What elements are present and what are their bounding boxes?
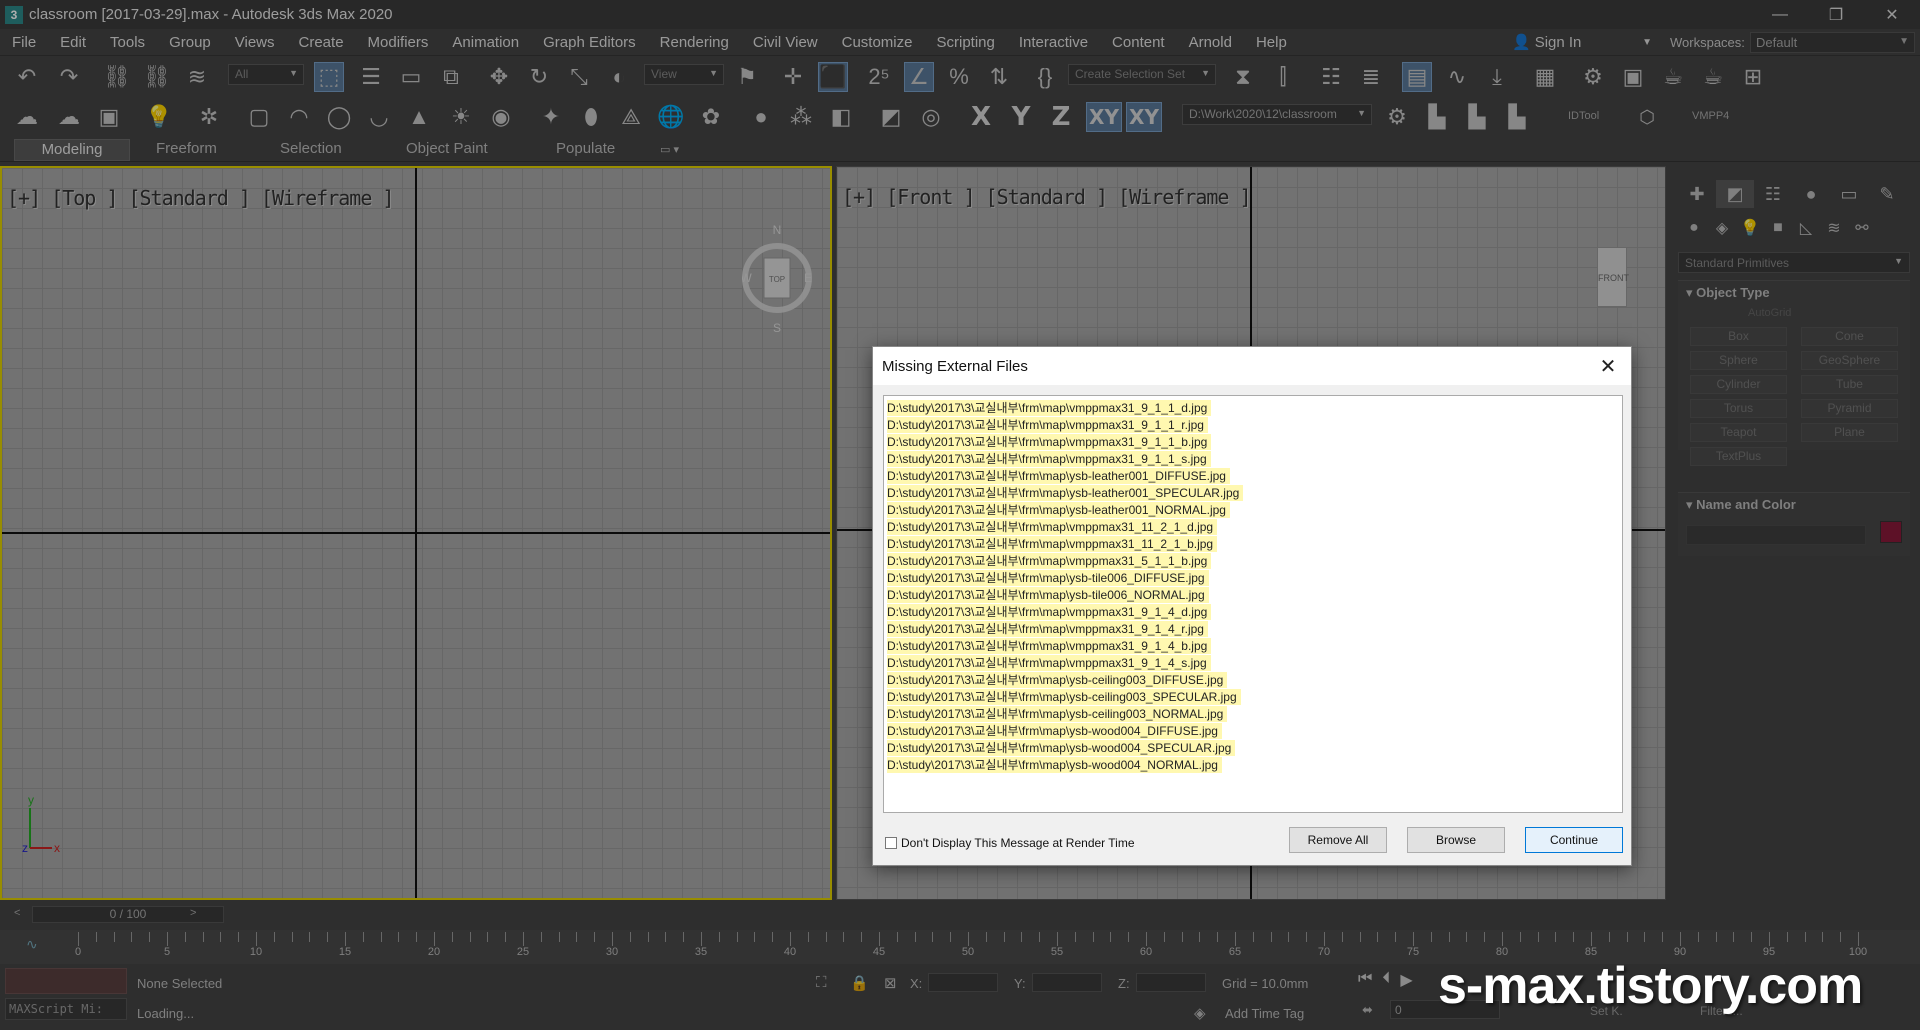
list-item: D:\study\2017\3\교실내부\frm\map\vmppmax31_9…	[887, 620, 1619, 637]
continue-button[interactable]: Continue	[1525, 827, 1623, 853]
list-item: D:\study\2017\3\교실내부\frm\map\ysb-leather…	[887, 501, 1619, 518]
missing-file-item[interactable]: D:\study\2017\3\교실내부\frm\map\vmppmax31_9…	[887, 417, 1208, 433]
list-item: D:\study\2017\3\교실내부\frm\map\vmppmax31_9…	[887, 450, 1619, 467]
list-item: D:\study\2017\3\교실내부\frm\map\ysb-wood004…	[887, 756, 1619, 773]
list-item: D:\study\2017\3\교실내부\frm\map\vmppmax31_9…	[887, 416, 1619, 433]
file-list-items: D:\study\2017\3\교실내부\frm\map\vmppmax31_9…	[887, 399, 1619, 773]
missing-file-item[interactable]: D:\study\2017\3\교실내부\frm\map\vmppmax31_1…	[887, 519, 1218, 535]
dont-display-label[interactable]: Don't Display This Message at Render Tim…	[901, 836, 1135, 850]
list-item: D:\study\2017\3\교실내부\frm\map\ysb-ceiling…	[887, 671, 1619, 688]
list-item: D:\study\2017\3\교실내부\frm\map\vmppmax31_9…	[887, 433, 1619, 450]
missing-file-item[interactable]: D:\study\2017\3\교실내부\frm\map\vmppmax31_9…	[887, 434, 1212, 450]
browse-button[interactable]: Browse	[1407, 827, 1505, 853]
dialog-footer: Don't Display This Message at Render Tim…	[873, 823, 1631, 863]
missing-file-item[interactable]: D:\study\2017\3\교실내부\frm\map\ysb-ceiling…	[887, 706, 1228, 722]
dialog-title-bar: Missing External Files ✕	[873, 347, 1631, 385]
missing-file-item[interactable]: D:\study\2017\3\교실내부\frm\map\ysb-wood004…	[887, 757, 1222, 773]
missing-file-item[interactable]: D:\study\2017\3\교실내부\frm\map\vmppmax31_9…	[887, 451, 1211, 467]
list-item: D:\study\2017\3\교실내부\frm\map\vmppmax31_9…	[887, 603, 1619, 620]
missing-file-item[interactable]: D:\study\2017\3\교실내부\frm\map\ysb-wood004…	[887, 740, 1236, 756]
missing-file-item[interactable]: D:\study\2017\3\교실내부\frm\map\vmppmax31_9…	[887, 604, 1212, 620]
list-item: D:\study\2017\3\교실내부\frm\map\ysb-wood004…	[887, 739, 1619, 756]
list-item: D:\study\2017\3\교실내부\frm\map\vmppmax31_5…	[887, 552, 1619, 569]
missing-file-item[interactable]: D:\study\2017\3\교실내부\frm\map\vmppmax31_9…	[887, 621, 1208, 637]
list-item: D:\study\2017\3\교실내부\frm\map\vmppmax31_9…	[887, 637, 1619, 654]
missing-file-item[interactable]: D:\study\2017\3\교실내부\frm\map\vmppmax31_9…	[887, 655, 1211, 671]
dialog-close-button[interactable]: ✕	[1595, 353, 1621, 379]
dialog-title: Missing External Files	[882, 357, 1028, 375]
missing-file-item[interactable]: D:\study\2017\3\교실내부\frm\map\ysb-ceiling…	[887, 672, 1228, 688]
missing-file-item[interactable]: D:\study\2017\3\교실내부\frm\map\ysb-ceiling…	[887, 689, 1241, 705]
list-item: D:\study\2017\3\교실내부\frm\map\ysb-wood004…	[887, 722, 1619, 739]
dont-display-checkbox[interactable]	[885, 837, 897, 849]
missing-file-item[interactable]: D:\study\2017\3\교실내부\frm\map\ysb-leather…	[887, 485, 1244, 501]
list-item: D:\study\2017\3\교실내부\frm\map\vmppmax31_1…	[887, 518, 1619, 535]
remove-all-button[interactable]: Remove All	[1289, 827, 1387, 853]
missing-file-item[interactable]: D:\study\2017\3\교실내부\frm\map\vmppmax31_5…	[887, 553, 1212, 569]
missing-file-item[interactable]: D:\study\2017\3\교실내부\frm\map\ysb-leather…	[887, 502, 1230, 518]
missing-file-item[interactable]: D:\study\2017\3\교실내부\frm\map\ysb-tile006…	[887, 587, 1209, 603]
missing-file-item[interactable]: D:\study\2017\3\교실내부\frm\map\vmppmax31_9…	[887, 638, 1212, 654]
list-item: D:\study\2017\3\교실내부\frm\map\ysb-leather…	[887, 484, 1619, 501]
list-item: D:\study\2017\3\교실내부\frm\map\ysb-tile006…	[887, 569, 1619, 586]
missing-file-item[interactable]: D:\study\2017\3\교실내부\frm\map\vmppmax31_9…	[887, 400, 1212, 416]
list-item: D:\study\2017\3\교실내부\frm\map\ysb-ceiling…	[887, 688, 1619, 705]
missing-file-item[interactable]: D:\study\2017\3\교실내부\frm\map\ysb-leather…	[887, 468, 1230, 484]
list-item: D:\study\2017\3\교실내부\frm\map\ysb-ceiling…	[887, 705, 1619, 722]
list-item: D:\study\2017\3\교실내부\frm\map\vmppmax31_1…	[887, 535, 1619, 552]
missing-file-item[interactable]: D:\study\2017\3\교실내부\frm\map\ysb-tile006…	[887, 570, 1209, 586]
list-item: D:\study\2017\3\교실내부\frm\map\vmppmax31_9…	[887, 654, 1619, 671]
list-item: D:\study\2017\3\교실내부\frm\map\vmppmax31_9…	[887, 399, 1619, 416]
missing-external-files-dialog: Missing External Files ✕ D:\study\2017\3…	[872, 346, 1632, 866]
watermark-text: s-max.tistory.com	[1438, 957, 1863, 1015]
list-item: D:\study\2017\3\교실내부\frm\map\ysb-tile006…	[887, 586, 1619, 603]
list-item: D:\study\2017\3\교실내부\frm\map\ysb-leather…	[887, 467, 1619, 484]
missing-file-item[interactable]: D:\study\2017\3\교실내부\frm\map\ysb-wood004…	[887, 723, 1222, 739]
missing-files-list[interactable]: D:\study\2017\3\교실내부\frm\map\vmppmax31_9…	[883, 395, 1623, 813]
missing-file-item[interactable]: D:\study\2017\3\교실내부\frm\map\vmppmax31_1…	[887, 536, 1218, 552]
